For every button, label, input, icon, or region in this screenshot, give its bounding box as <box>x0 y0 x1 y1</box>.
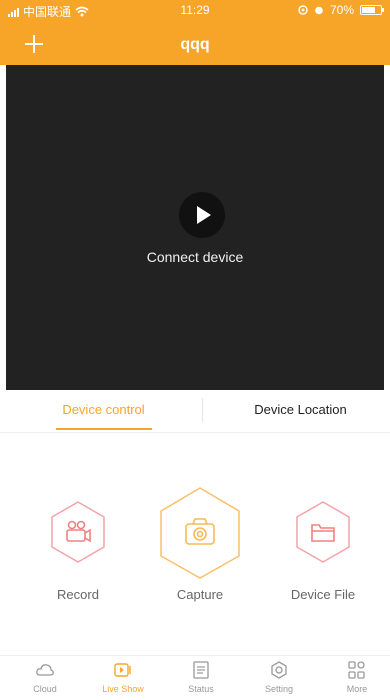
device-file-button[interactable]: Device File <box>263 480 383 620</box>
settings-icon <box>271 661 287 679</box>
control-tabs: Device control Device Location <box>0 392 390 433</box>
nav-setting-label: Setting <box>264 684 294 694</box>
nav-status-label: Status <box>188 684 214 694</box>
location-icon <box>298 5 308 15</box>
device-file-hexagon <box>296 501 350 563</box>
cloud-icon <box>36 664 54 676</box>
battery-icon <box>360 5 384 15</box>
nav-live-show[interactable]: Live Show <box>84 660 162 700</box>
live-play-icon <box>114 663 131 677</box>
tab-device-control[interactable]: Device control <box>6 392 201 432</box>
video-player[interactable]: Connect device <box>6 65 384 390</box>
record-button[interactable]: Record <box>18 480 138 620</box>
capture-button[interactable]: Capture <box>140 480 260 620</box>
app-header: 中国联通 11:29 70% qqq <box>0 0 390 65</box>
nav-setting[interactable]: Setting <box>240 660 318 700</box>
alarm-icon <box>315 6 323 15</box>
status-list-icon <box>193 661 209 679</box>
nav-cloud-label: Cloud <box>33 684 57 694</box>
status-right: 70% <box>298 3 384 17</box>
connect-device-label: Connect device <box>146 249 244 265</box>
nav-cloud[interactable]: Cloud <box>6 660 84 700</box>
grid-more-icon <box>348 661 365 679</box>
nav-more-label: More <box>346 684 368 694</box>
active-tab-indicator <box>56 428 152 430</box>
bottom-nav: Cloud Live Show Status Setting More <box>0 655 390 699</box>
tab-device-location[interactable]: Device Location <box>203 392 390 432</box>
record-label: Record <box>57 587 99 602</box>
play-icon[interactable] <box>179 192 225 238</box>
page-title: qqq <box>180 36 210 53</box>
record-hexagon <box>51 501 105 563</box>
battery-percent: 70% <box>329 3 354 17</box>
nav-live-show-label: Live Show <box>102 684 144 694</box>
capture-label: Capture <box>176 587 224 602</box>
nav-more[interactable]: More <box>318 660 390 700</box>
device-file-label: Device File <box>290 587 356 602</box>
capture-hexagon <box>160 487 240 579</box>
status-bar: 中国联通 11:29 70% <box>0 0 390 20</box>
nav-status[interactable]: Status <box>162 660 240 700</box>
